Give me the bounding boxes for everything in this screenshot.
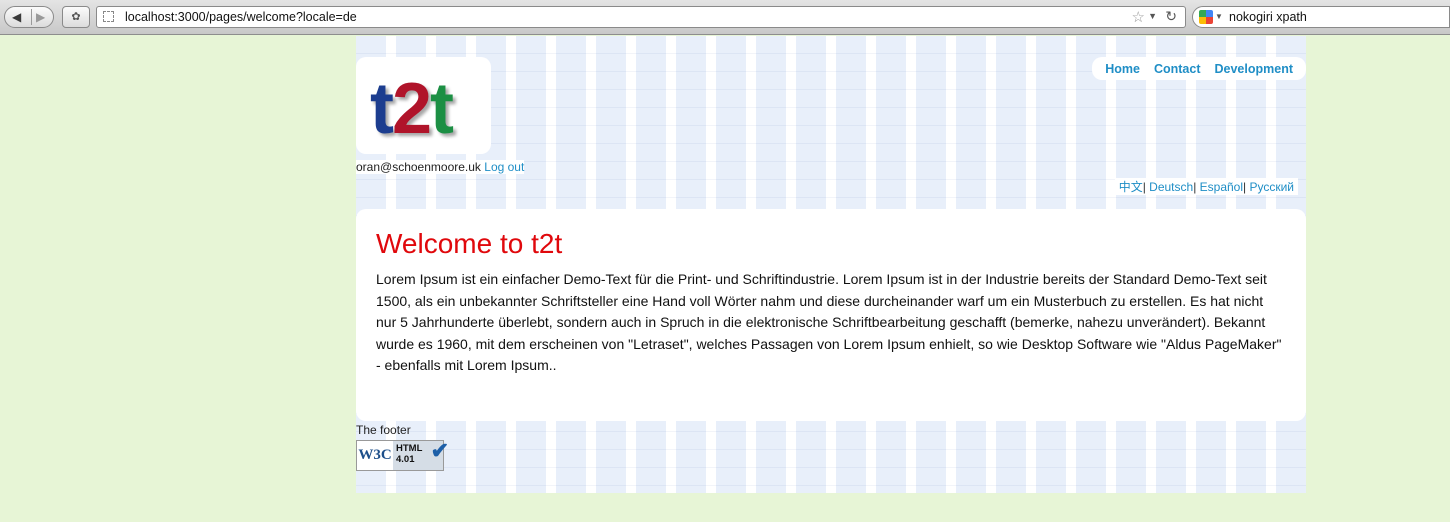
divider (31, 9, 32, 25)
google-icon[interactable] (1199, 10, 1213, 24)
lang-chinese-link[interactable]: 中文 (1119, 180, 1143, 194)
bookmark-star-icon[interactable]: ☆ (1132, 8, 1145, 26)
main-nav: Home Contact Development (1092, 57, 1306, 80)
url-text[interactable]: localhost:3000/pages/welcome?locale=de (125, 10, 357, 24)
html-version-label: HTML 4.01 ✔ (393, 440, 449, 470)
user-email: oran@schoenmoore.uk (356, 160, 481, 174)
history-icon: ✿ (71, 11, 81, 23)
w3c-html-badge[interactable]: W3C HTML 4.01 ✔ (356, 440, 449, 471)
back-forward-group: ◀ ▶ (4, 6, 54, 28)
search-bar[interactable]: ▼ nokogiri xpath (1192, 6, 1450, 28)
nav-development-link[interactable]: Development (1215, 62, 1294, 76)
site-logo[interactable]: t2t (370, 69, 454, 149)
page-container: t2t Home Contact Development oran@schoen… (356, 36, 1306, 493)
url-dropdown-icon[interactable]: ▼ (1148, 11, 1157, 21)
main-content: Welcome to t2t Lorem Ipsum ist ein einfa… (356, 209, 1306, 421)
user-info: oran@schoenmoore.uk Log out (356, 160, 525, 174)
browser-toolbar: ◀ ▶ ✿ localhost:3000/pages/welcome?local… (0, 0, 1450, 35)
page-title: Welcome to t2t (376, 228, 563, 259)
language-switcher: 中文| Deutsch| Español| Русский (1114, 178, 1298, 195)
forward-icon[interactable]: ▶ (36, 10, 45, 24)
lang-german-link[interactable]: Deutsch (1149, 180, 1193, 194)
nav-contact-link[interactable]: Contact (1154, 62, 1201, 76)
nav-home-link[interactable]: Home (1105, 62, 1140, 76)
logo-box: t2t (356, 57, 491, 154)
search-input[interactable]: nokogiri xpath (1229, 10, 1307, 24)
back-icon[interactable]: ◀ (12, 10, 21, 24)
reload-icon[interactable]: ↻ (1165, 8, 1177, 25)
history-button[interactable]: ✿ (62, 6, 90, 28)
footer-text: The footer (356, 423, 411, 437)
logo-digit-2: 2 (391, 69, 432, 149)
lang-russian-link[interactable]: Русский (1249, 180, 1294, 194)
logout-link[interactable]: Log out (484, 160, 524, 174)
page-favicon-icon (103, 11, 114, 22)
search-dropdown-icon[interactable]: ▼ (1215, 12, 1223, 21)
url-bar[interactable]: localhost:3000/pages/welcome?locale=de ☆… (96, 6, 1186, 28)
checkmark-icon: ✔ (430, 438, 449, 463)
body-text: Lorem Ipsum ist ein einfacher Demo-Text … (376, 271, 1282, 373)
w3c-logo-text: W3C (358, 447, 392, 463)
logo-letter-t: t (370, 69, 394, 149)
lang-spanish-link[interactable]: Español (1200, 180, 1243, 194)
logo-letter-t: t (430, 69, 454, 149)
